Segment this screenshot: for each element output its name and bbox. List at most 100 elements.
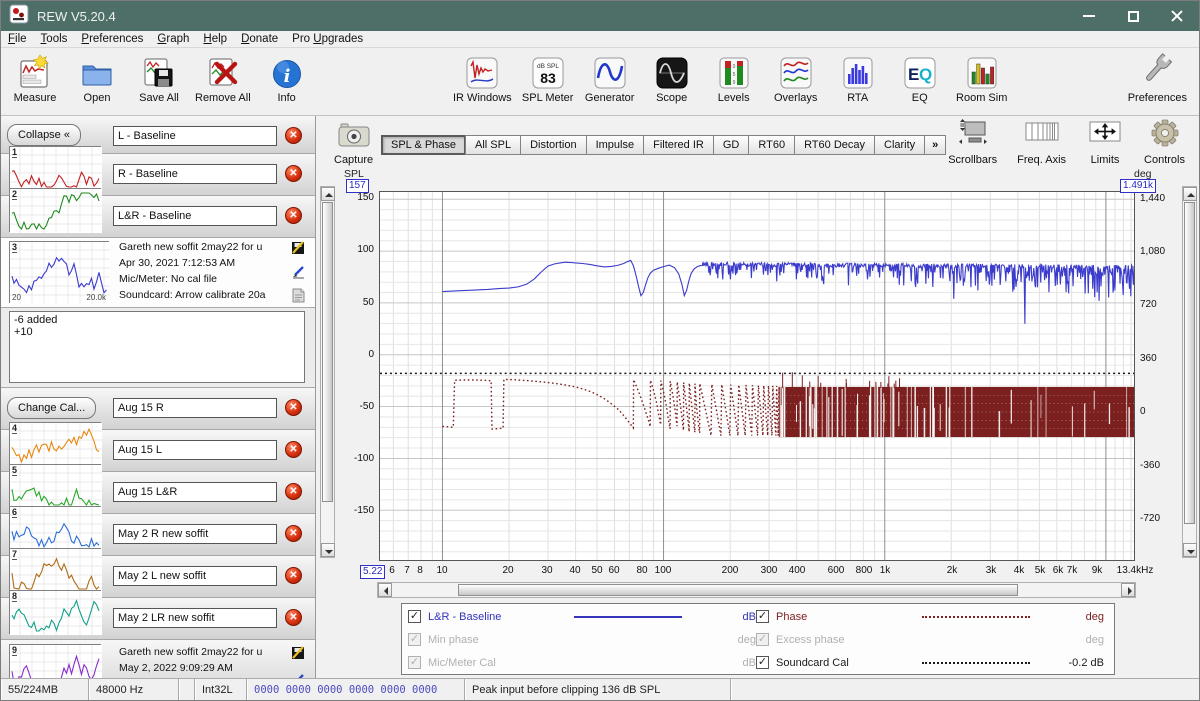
- preferences-button[interactable]: Preferences: [1128, 52, 1187, 104]
- save-all-button[interactable]: Save All: [133, 52, 185, 104]
- maximize-button[interactable]: [1111, 1, 1155, 31]
- x-tick: 3k: [986, 565, 997, 576]
- measure-button[interactable]: Measure: [9, 52, 61, 104]
- measurement-thumbnail-8[interactable]: 8: [9, 590, 101, 634]
- freq-axis-button[interactable]: Freq. Axis: [1017, 118, 1066, 166]
- app-icon: [9, 4, 29, 29]
- controls-button[interactable]: Controls: [1144, 118, 1185, 166]
- scroll-left-arrow[interactable]: [378, 583, 392, 597]
- menu-pro-upgrades[interactable]: Pro Upgrades: [285, 32, 370, 46]
- tab-overflow-button[interactable]: »: [924, 135, 946, 155]
- tab-impulse[interactable]: Impulse: [586, 135, 645, 155]
- notes-box[interactable]: -6 added +10: [9, 311, 305, 383]
- rta-button[interactable]: RTA: [832, 52, 884, 104]
- measurement-name-field[interactable]: [113, 398, 277, 418]
- collapse-button[interactable]: Collapse «: [7, 124, 81, 146]
- delete-measurement-button[interactable]: ✕: [285, 567, 302, 584]
- menu-donate[interactable]: Donate: [234, 32, 285, 46]
- pencil-small-icon[interactable]: [291, 264, 306, 284]
- right-vertical-scrollbar[interactable]: [1182, 186, 1197, 558]
- left-vertical-scrollbar[interactable]: [320, 186, 335, 558]
- scroll-track[interactable]: [392, 583, 458, 597]
- limits-button[interactable]: Limits: [1086, 118, 1124, 166]
- delete-measurement-button[interactable]: ✕: [285, 483, 302, 500]
- scroll-down-arrow[interactable]: [321, 543, 335, 557]
- menu-help[interactable]: Help: [196, 32, 234, 46]
- tab-spl-phase[interactable]: SPL & Phase: [381, 135, 466, 155]
- measurement-name-field[interactable]: [113, 164, 277, 184]
- tab-filtered-ir[interactable]: Filtered IR: [643, 135, 714, 155]
- scrollbars-button[interactable]: Scrollbars: [948, 118, 997, 166]
- legend-checkbox[interactable]: ✓: [756, 610, 769, 623]
- change-cal-button[interactable]: Change Cal...: [7, 397, 96, 419]
- save-small-icon[interactable]: [291, 645, 306, 665]
- minimize-button[interactable]: [1067, 1, 1111, 31]
- delete-measurement-button[interactable]: ✕: [285, 207, 302, 224]
- spl-phase-plot[interactable]: [379, 191, 1135, 561]
- tab-rt60[interactable]: RT60: [748, 135, 795, 155]
- save-small-icon[interactable]: [291, 240, 306, 260]
- levels-button[interactable]: 059Levels: [708, 52, 760, 104]
- legend-checkbox[interactable]: ✓: [408, 656, 421, 669]
- menu-file[interactable]: File: [1, 32, 34, 46]
- tab-all-spl[interactable]: All SPL: [465, 135, 521, 155]
- close-button[interactable]: [1155, 1, 1199, 31]
- measurement-name-field[interactable]: [113, 126, 277, 146]
- horizontal-scrollbar[interactable]: [377, 582, 1136, 598]
- measurement-thumbnail-4[interactable]: 4: [9, 422, 101, 466]
- measurement-name-field[interactable]: [113, 206, 277, 226]
- menu-preferences[interactable]: Preferences: [74, 32, 150, 46]
- scroll-thumb[interactable]: [322, 202, 333, 502]
- legend-checkbox[interactable]: ✓: [756, 656, 769, 669]
- scope-button[interactable]: Scope: [646, 52, 698, 104]
- measurement-thumbnail-5[interactable]: 5: [9, 464, 101, 508]
- generator-button[interactable]: Generator: [584, 52, 636, 104]
- measurement-name-field[interactable]: [113, 524, 277, 544]
- measurement-thumbnail-1[interactable]: 1: [9, 146, 101, 190]
- legend-checkbox[interactable]: ✓: [408, 610, 421, 623]
- tab-clarity[interactable]: Clarity: [874, 135, 925, 155]
- room-sim-button[interactable]: Room Sim: [956, 52, 1008, 104]
- scroll-up-arrow[interactable]: [321, 187, 335, 201]
- info-button[interactable]: iInfo: [261, 52, 313, 104]
- x-tick: 60: [608, 565, 619, 576]
- measurement-thumbnail-7[interactable]: 7: [9, 548, 101, 592]
- delete-measurement-button[interactable]: ✕: [285, 525, 302, 542]
- legend-checkbox[interactable]: ✓: [756, 633, 769, 646]
- notes-small-icon[interactable]: [291, 288, 305, 308]
- overlays-button[interactable]: Overlays: [770, 52, 822, 104]
- measurement-thumbnail-2[interactable]: 2: [9, 188, 101, 232]
- scroll-up-arrow[interactable]: [1183, 187, 1197, 201]
- scroll-right-arrow[interactable]: [1121, 583, 1135, 597]
- menu-tools[interactable]: Tools: [34, 32, 75, 46]
- measurement-thumbnail-3[interactable]: 32020.0k: [9, 241, 109, 303]
- legend-entry-soundcard-cal: ✓Soundcard Cal-0.2 dB: [756, 656, 1104, 669]
- ir-windows-button[interactable]: IR Windows: [453, 52, 512, 104]
- legend-checkbox[interactable]: ✓: [408, 633, 421, 646]
- tab-gd[interactable]: GD: [713, 135, 750, 155]
- delete-measurement-button[interactable]: ✕: [285, 165, 302, 182]
- scroll-track[interactable]: [1018, 583, 1121, 597]
- spl-meter-button[interactable]: dB SPL83SPL Meter: [522, 52, 574, 104]
- remove-all-button[interactable]: Remove All: [195, 52, 251, 104]
- delete-measurement-button[interactable]: ✕: [285, 609, 302, 626]
- eq-button[interactable]: EQEQ: [894, 52, 946, 104]
- tab-rt60-decay[interactable]: RT60 Decay: [794, 135, 875, 155]
- measurement-thumbnail-6[interactable]: 6: [9, 506, 101, 550]
- measurement-name-field[interactable]: [113, 566, 277, 586]
- scroll-down-arrow[interactable]: [1183, 543, 1197, 557]
- scroll-thumb[interactable]: [1184, 202, 1195, 524]
- open-button[interactable]: Open: [71, 52, 123, 104]
- measurement-name-field[interactable]: [113, 482, 277, 502]
- menu-graph[interactable]: Graph: [150, 32, 196, 46]
- pencil-small-icon[interactable]: [291, 672, 306, 678]
- measurement-thumbnail-9[interactable]: 9: [9, 644, 101, 678]
- delete-measurement-button[interactable]: ✕: [285, 441, 302, 458]
- measurement-name-field[interactable]: [113, 440, 277, 460]
- capture-button[interactable]: Capture: [334, 121, 373, 166]
- tab-distortion[interactable]: Distortion: [520, 135, 586, 155]
- delete-measurement-button[interactable]: ✕: [285, 399, 302, 416]
- scroll-thumb[interactable]: [458, 584, 1018, 596]
- measurement-name-field[interactable]: [113, 608, 277, 628]
- delete-measurement-button[interactable]: ✕: [285, 127, 302, 144]
